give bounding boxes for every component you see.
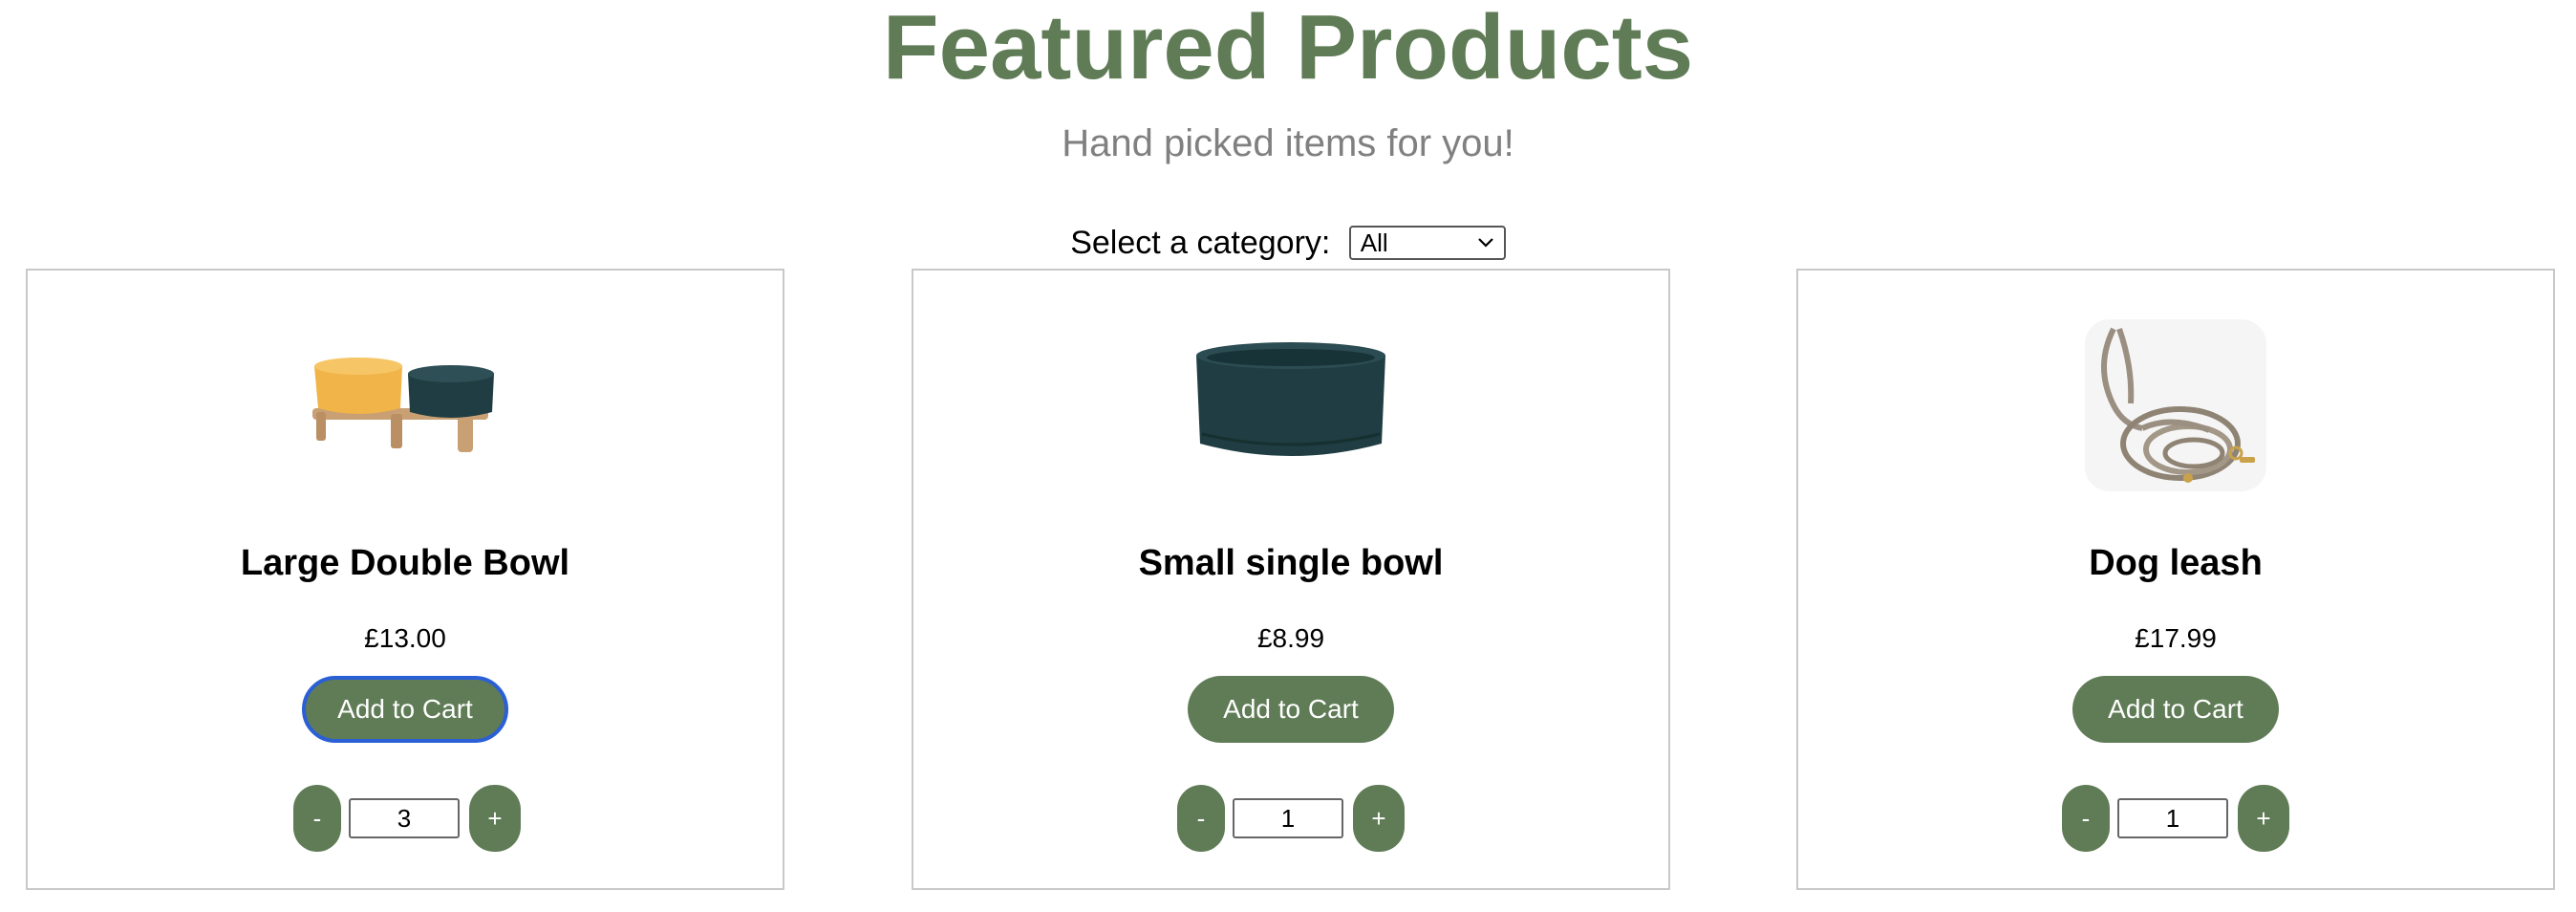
product-name: Small single bowl [1138, 543, 1444, 583]
add-to-cart-button[interactable]: Add to Cart [2072, 676, 2279, 743]
quantity-stepper: - 3 + [28, 785, 783, 852]
increase-quantity-button[interactable]: + [2238, 785, 2289, 852]
increase-quantity-button[interactable]: + [469, 785, 521, 852]
decrease-quantity-button[interactable]: - [2062, 785, 2110, 852]
page-subtitle: Hand picked items for you! [1062, 122, 1514, 164]
page-title: Featured Products [882, 0, 1694, 98]
product-name: Large Double Bowl [240, 543, 570, 583]
product-card: Large Double Bowl £13.00 Add to Cart - 3… [26, 269, 784, 890]
page: Featured Products Hand picked items for … [0, 0, 2576, 912]
increase-quantity-button[interactable]: + [1353, 785, 1405, 852]
quantity-stepper: - 1 + [1798, 785, 2553, 852]
quantity-input[interactable]: 1 [1233, 798, 1343, 838]
category-filter: Select a category: All [0, 220, 2576, 262]
product-name: Dog leash [2089, 543, 2263, 583]
decrease-quantity-button[interactable]: - [1177, 785, 1225, 852]
product-card: Small single bowl £8.99 Add to Cart - 1 … [912, 269, 1670, 890]
single-bowl-image [1196, 342, 1385, 456]
category-select-value: All [1360, 228, 1388, 258]
product-image [28, 305, 783, 506]
category-select[interactable]: All [1348, 226, 1506, 261]
quantity-input[interactable]: 1 [2117, 798, 2228, 838]
add-to-cart-button[interactable]: Add to Cart [1188, 676, 1394, 743]
quantity-stepper: - 1 + [913, 785, 1668, 852]
product-card: Dog leash £17.99 Add to Cart - 1 + [1796, 269, 2555, 890]
product-image [1798, 305, 2553, 506]
category-label: Select a category: [1070, 225, 1331, 262]
product-price: £8.99 [1256, 623, 1325, 653]
dog-leash-image [2085, 319, 2266, 491]
double-bowl-image [312, 358, 494, 452]
product-price: £13.00 [364, 623, 446, 653]
decrease-quantity-button[interactable]: - [293, 785, 341, 852]
quantity-input[interactable]: 3 [349, 798, 460, 838]
chevron-down-icon [1478, 238, 1493, 248]
product-price: £17.99 [2135, 623, 2217, 653]
add-to-cart-button[interactable]: Add to Cart [302, 676, 508, 743]
product-image [913, 305, 1668, 506]
